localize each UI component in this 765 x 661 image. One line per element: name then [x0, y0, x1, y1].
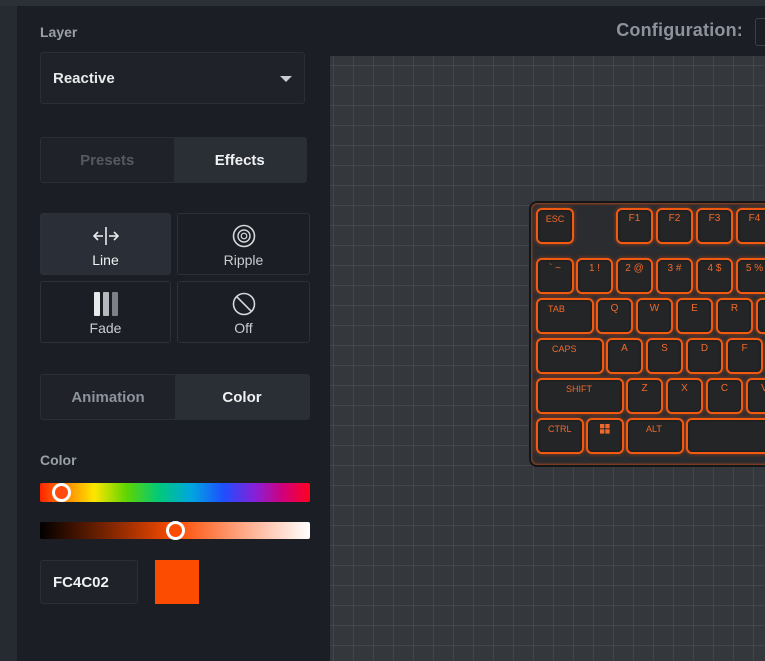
effect-ripple-button[interactable]: Ripple [177, 213, 310, 275]
key-e[interactable]: E [676, 298, 713, 334]
key-label: 2 @ [625, 263, 644, 274]
key-label: D [700, 343, 709, 354]
key-label: W [649, 303, 660, 314]
effect-off-label: Off [234, 320, 253, 336]
key-label: A [621, 343, 628, 354]
hex-color-input[interactable]: FC4C02 [40, 560, 138, 604]
key-t[interactable]: T [756, 298, 765, 334]
key-d[interactable]: D [686, 338, 723, 374]
key-label: TAB [548, 304, 565, 314]
key-4[interactable]: 4 $ [696, 258, 733, 294]
key-label: V [761, 383, 765, 394]
effect-line-button[interactable]: Line [40, 213, 171, 275]
key-3[interactable]: 3 # [656, 258, 693, 294]
effect-line-label: Line [92, 252, 119, 268]
key-label: 1 ! [588, 263, 601, 274]
key-w[interactable]: W [636, 298, 673, 334]
color-swatch [155, 560, 199, 604]
layer-label: Layer [40, 24, 78, 40]
windows-icon [600, 424, 610, 434]
key-label: F4 [748, 213, 761, 224]
key-backtick[interactable]: ` ~ [536, 258, 574, 294]
tab-color[interactable]: Color [175, 375, 309, 419]
key-tab[interactable]: TAB [536, 298, 594, 334]
key-windows[interactable] [586, 418, 624, 454]
key-f1[interactable]: F1 [616, 208, 653, 244]
key-2[interactable]: 2 @ [616, 258, 653, 294]
key-label: ESC [545, 214, 565, 224]
key-label: R [730, 303, 739, 314]
top-bar: Configuration: [330, 6, 765, 56]
key-label: Z [641, 383, 648, 394]
configuration-dropdown[interactable] [755, 18, 765, 46]
key-label: CAPS [552, 344, 577, 354]
key-label: F2 [668, 213, 681, 224]
key-shift[interactable]: SHIFT [536, 378, 624, 414]
key-label: T [758, 303, 765, 315]
key-label: X [681, 383, 688, 394]
color-label: Color [40, 452, 77, 468]
effect-fade-button[interactable]: Fade [40, 281, 171, 343]
key-q[interactable]: Q [596, 298, 633, 334]
key-x[interactable]: X [666, 378, 703, 414]
effect-fade-label: Fade [89, 320, 122, 336]
key-f[interactable]: F [726, 338, 763, 374]
color-animation-tabs: Animation Color [40, 374, 310, 420]
key-alt[interactable]: ALT [626, 418, 684, 454]
key-a[interactable]: A [606, 338, 643, 374]
mode-tabs: Presets Effects [40, 137, 307, 183]
window-edge [0, 0, 17, 661]
key-s[interactable]: S [646, 338, 683, 374]
tab-effects[interactable]: Effects [173, 138, 306, 182]
key-label: F1 [628, 213, 641, 224]
key-label: 5 % [745, 263, 764, 274]
key-f4[interactable]: F4 [736, 208, 765, 244]
key-label: C [720, 383, 729, 394]
key-label: ALT [646, 424, 662, 434]
tab-animation[interactable]: Animation [41, 375, 175, 419]
key-f2[interactable]: F2 [656, 208, 693, 244]
layer-dropdown-value: Reactive [53, 70, 115, 87]
effect-off-button[interactable]: Off [177, 281, 310, 343]
key-1[interactable]: 1 ! [576, 258, 613, 294]
key-r[interactable]: R [716, 298, 753, 334]
fade-bars-icon [93, 292, 118, 316]
key-label: F [741, 343, 748, 354]
hue-slider[interactable] [40, 483, 310, 502]
off-icon [232, 292, 255, 316]
layer-dropdown[interactable]: Reactive [40, 52, 305, 104]
key-label: 4 $ [707, 263, 722, 274]
key-caps[interactable]: CAPS [536, 338, 604, 374]
key-label: ` ~ [549, 263, 561, 274]
arrows-split-icon [92, 227, 119, 245]
key-esc[interactable]: ESC [536, 208, 574, 244]
key-ctrl[interactable]: CTRL [536, 418, 584, 454]
key-v[interactable]: V [746, 378, 765, 414]
chevron-down-icon [280, 76, 292, 82]
tab-presets[interactable]: Presets [41, 138, 174, 182]
key-c[interactable]: C [706, 378, 743, 414]
effect-ripple-label: Ripple [223, 252, 264, 268]
ripple-icon [232, 224, 255, 248]
key-f3[interactable]: F3 [696, 208, 733, 244]
hex-color-value: FC4C02 [53, 574, 109, 591]
key-label: CTRL [548, 424, 572, 434]
key-label: 3 # [667, 263, 682, 274]
hue-slider-handle[interactable] [52, 483, 72, 502]
key-5[interactable]: 5 % [736, 258, 765, 294]
shade-slider-handle[interactable] [165, 521, 185, 540]
key-z[interactable]: Z [626, 378, 663, 414]
key-label: Q [610, 303, 619, 314]
key-label: E [691, 303, 698, 314]
keyboard-preview: ESC F1 F2 F3 F4 ` ~ 1 ! 2 @ 3 # 4 $ 5 % … [529, 201, 765, 467]
key-space[interactable] [686, 418, 765, 454]
key-label: SHIFT [566, 384, 592, 394]
key-label: S [661, 343, 668, 354]
configuration-label: Configuration: [616, 20, 743, 40]
key-label: F3 [708, 213, 721, 224]
